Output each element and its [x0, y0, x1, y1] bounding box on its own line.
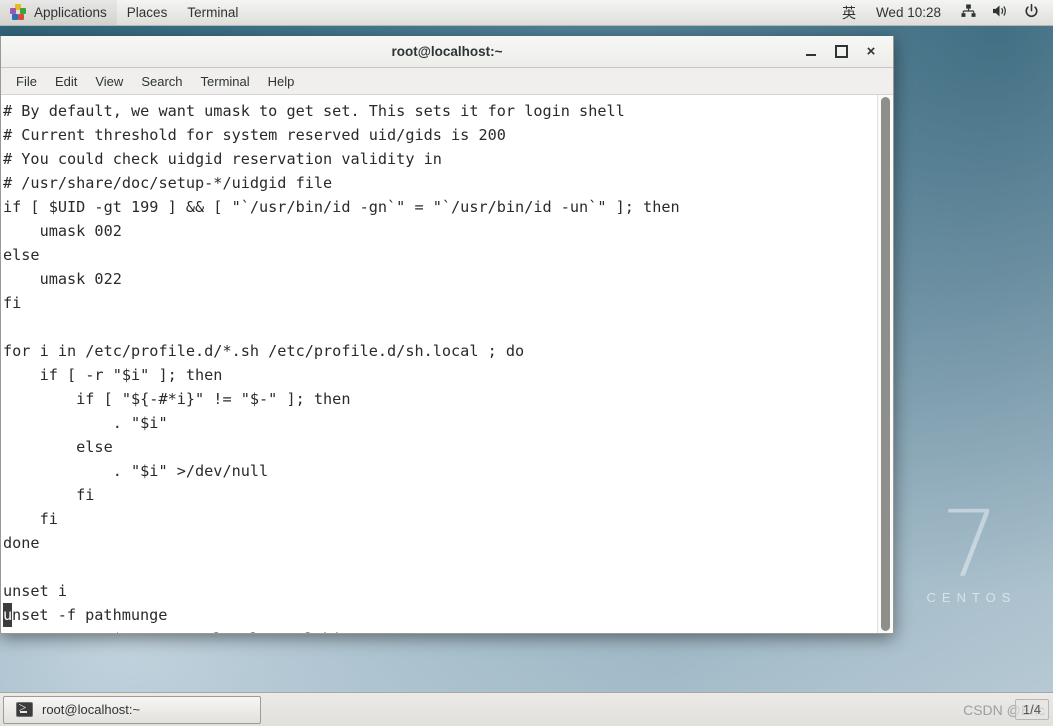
applications-menu[interactable]: Applications	[0, 0, 117, 25]
terminal-line: # /usr/share/doc/setup-*/uidgid file	[3, 174, 333, 192]
terminal-line: else	[3, 438, 113, 456]
clock-label: Wed 10:28	[875, 5, 941, 20]
terminal-body[interactable]: # By default, we want umask to get set. …	[1, 95, 893, 633]
terminal-line: for i in /etc/profile.d/*.sh /etc/profil…	[3, 342, 525, 360]
menubar: File Edit View Search Terminal Help	[1, 68, 893, 95]
volume-indicator[interactable]	[984, 0, 1016, 25]
system-tray: 英 Wed 10:28	[834, 0, 1053, 25]
terminal-line: umask 002	[3, 222, 122, 240]
power-icon	[1024, 3, 1039, 22]
terminal-app-menu[interactable]: Terminal	[177, 0, 248, 25]
terminal-scrollbar[interactable]	[877, 95, 893, 633]
wallpaper-version-number: 7	[940, 491, 1000, 598]
taskbar-item-terminal[interactable]: root@localhost:~	[3, 695, 261, 724]
menu-search[interactable]: Search	[132, 71, 191, 92]
terminal-line: if [ $UID -gt 199 ] && [ "`/usr/bin/id -…	[3, 198, 680, 216]
gnome-applications-icon	[10, 4, 27, 21]
window-titlebar[interactable]: root@localhost:~ ×	[1, 36, 893, 68]
window-controls: ×	[797, 36, 885, 67]
terminal-app-menu-label: Terminal	[187, 5, 239, 20]
terminal-window: root@localhost:~ × File Edit View Search…	[0, 36, 894, 634]
places-menu[interactable]: Places	[117, 0, 178, 25]
terminal-line: done	[3, 534, 40, 552]
taskbar-item-label: root@localhost:~	[42, 702, 141, 717]
terminal-highlighted-line: export PATH=$PATH:/usr/local/mysql/bin;	[3, 627, 877, 633]
terminal-line: if [ "${-#*i}" != "$-" ]; then	[3, 390, 351, 408]
terminal-line: fi	[3, 510, 58, 528]
clock[interactable]: Wed 10:28	[864, 0, 953, 25]
volume-icon	[992, 4, 1008, 21]
terminal-line: # Current threshold for system reserved …	[3, 126, 506, 144]
scrollbar-thumb[interactable]	[881, 97, 890, 631]
terminal-line: . "$i"	[3, 414, 168, 432]
window-title: root@localhost:~	[391, 44, 503, 59]
wallpaper-centos-branding: 7 CENTOS	[899, 491, 1039, 605]
terminal-output[interactable]: # By default, we want umask to get set. …	[1, 95, 877, 633]
minimize-button[interactable]	[797, 39, 825, 65]
network-icon	[961, 4, 976, 21]
workspace-switcher[interactable]: 1/4	[1014, 699, 1049, 720]
terminal-line: fi	[3, 294, 22, 312]
close-button[interactable]: ×	[857, 39, 885, 65]
terminal-line: if [ -r "$i" ]; then	[3, 366, 223, 384]
terminal-line: umask 022	[3, 270, 122, 288]
menu-terminal[interactable]: Terminal	[192, 71, 259, 92]
terminal-line: # By default, we want umask to get set. …	[3, 102, 625, 120]
maximize-button[interactable]	[827, 39, 855, 65]
terminal-line: fi	[3, 486, 95, 504]
input-method-indicator[interactable]: 英	[834, 0, 864, 25]
terminal-line-with-cursor: unset -f pathmunge	[3, 603, 877, 627]
menu-view[interactable]: View	[86, 71, 132, 92]
bottom-panel: root@localhost:~ CSDN @Eric 1/4	[0, 692, 1053, 726]
menu-help[interactable]: Help	[259, 71, 304, 92]
wallpaper-brand-name: CENTOS	[926, 589, 1017, 605]
terminal-line: # You could check uidgid reservation val…	[3, 150, 442, 168]
menu-file[interactable]: File	[7, 71, 46, 92]
power-menu[interactable]	[1016, 0, 1047, 25]
terminal-line: . "$i" >/dev/null	[3, 462, 269, 480]
top-panel: Applications Places Terminal 英 Wed 10:28	[0, 0, 1053, 26]
top-panel-menus: Applications Places Terminal	[0, 0, 248, 25]
network-indicator[interactable]	[953, 0, 984, 25]
input-method-label: 英	[841, 4, 856, 21]
terminal-line: unset i	[3, 582, 68, 600]
terminal-line: else	[3, 246, 40, 264]
menu-edit[interactable]: Edit	[46, 71, 86, 92]
places-menu-label: Places	[126, 5, 168, 20]
applications-menu-label: Applications	[34, 5, 107, 20]
terminal-cursor: u	[3, 603, 12, 627]
terminal-icon	[16, 701, 33, 717]
